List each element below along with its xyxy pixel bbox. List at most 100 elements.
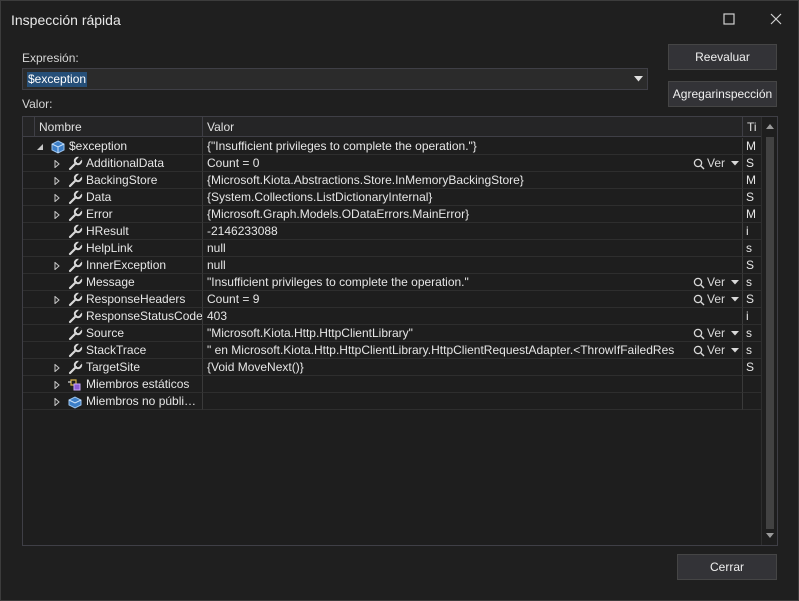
type-cell	[743, 376, 761, 393]
table-row[interactable]: ResponseStatusCode 403 i	[23, 308, 761, 325]
row-name: Data	[86, 190, 112, 204]
table-row[interactable]: Error {Microsoft.Graph.Models.ODataErrors…	[23, 206, 761, 223]
expression-dropdown-button[interactable]	[629, 69, 647, 89]
grid-header: Nombre Valor Ti	[23, 117, 761, 137]
column-header-name[interactable]: Nombre	[35, 117, 203, 137]
row-value: "Microsoft.Kiota.Http.HttpClientLibrary"	[207, 326, 413, 340]
row-name: Error	[86, 207, 113, 221]
close-button[interactable]: Cerrar	[677, 554, 777, 580]
collapsed-triangle-icon[interactable]	[53, 381, 61, 389]
view-visualizer-button[interactable]: Ver	[688, 155, 739, 171]
collapsed-triangle-icon[interactable]	[53, 262, 61, 270]
type-cell: S	[743, 291, 761, 308]
table-row[interactable]: Source "Microsoft.Kiota.Http.HttpClientLi…	[23, 325, 761, 342]
chevron-down-icon[interactable]	[731, 348, 739, 353]
view-visualizer-button[interactable]: Ver	[688, 274, 739, 290]
value-cell[interactable]: null	[203, 240, 743, 257]
value-cell[interactable]: Count = 0 Ver	[203, 155, 743, 172]
collapsed-triangle-icon[interactable]	[53, 398, 61, 406]
type-cell: i	[743, 308, 761, 325]
scrollbar-thumb[interactable]	[766, 137, 774, 529]
row-value: 403	[207, 309, 228, 323]
expression-input[interactable]: $exception	[27, 72, 88, 87]
view-visualizer-button[interactable]: Ver	[688, 342, 739, 358]
collapsed-triangle-icon[interactable]	[53, 177, 61, 185]
collapsed-triangle-icon[interactable]	[53, 160, 61, 168]
chevron-down-icon[interactable]	[731, 297, 739, 302]
expression-combobox[interactable]: $exception	[22, 68, 648, 90]
table-row[interactable]: StackTrace " en Microsoft.Kiota.Http.Http…	[23, 342, 761, 359]
scroll-up-icon[interactable]	[765, 122, 775, 130]
column-header-type[interactable]: Ti	[743, 117, 761, 137]
table-row[interactable]: ResponseHeaders Count = 9 Ver S	[23, 291, 761, 308]
magnifier-icon	[693, 158, 705, 169]
type-cell: S	[743, 359, 761, 376]
table-row[interactable]: HResult -2146233088 i	[23, 223, 761, 240]
reevaluate-button[interactable]: Reevaluar	[668, 44, 777, 70]
table-row[interactable]: TargetSite {Void MoveNext()} S	[23, 359, 761, 376]
table-row[interactable]: Data {System.Collections.ListDictionaryIn…	[23, 189, 761, 206]
type-cell: s	[743, 240, 761, 257]
row-name: ResponseStatusCode	[86, 309, 203, 323]
property-wrench-icon	[68, 207, 83, 222]
value-cell[interactable]: " en Microsoft.Kiota.Http.HttpClientLibr…	[203, 342, 743, 359]
scroll-down-icon[interactable]	[765, 532, 775, 540]
column-header-value[interactable]: Valor	[203, 117, 743, 137]
table-row[interactable]: $exception {"Insufficient privileges to c…	[23, 138, 761, 155]
collapsed-triangle-icon[interactable]	[53, 364, 61, 372]
value-cell[interactable]: "Microsoft.Kiota.Http.HttpClientLibrary"…	[203, 325, 743, 342]
row-value: Count = 9	[207, 292, 260, 306]
table-row[interactable]: HelpLink null s	[23, 240, 761, 257]
row-name: Source	[86, 326, 125, 340]
row-value: "Insufficient privileges to complete the…	[207, 275, 469, 289]
maximize-button[interactable]	[709, 5, 749, 33]
value-cell[interactable]: Count = 9 Ver	[203, 291, 743, 308]
view-label: Ver	[706, 275, 725, 289]
add-watch-button[interactable]: Agregarinspección	[668, 81, 777, 107]
name-cell: $exception	[23, 138, 203, 155]
table-row[interactable]: Miembros estáticos	[23, 376, 761, 393]
title-bar: Inspección rápida	[1, 1, 798, 37]
table-row[interactable]: InnerException null S	[23, 257, 761, 274]
value-cell[interactable]	[203, 393, 743, 410]
type-cell: s	[743, 274, 761, 291]
row-name: ResponseHeaders	[86, 292, 186, 306]
value-cell[interactable]: {Microsoft.Kiota.Abstractions.Store.InMe…	[203, 172, 743, 189]
row-name: BackingStore	[86, 173, 158, 187]
close-window-button[interactable]	[756, 5, 796, 33]
name-cell: Data	[23, 189, 203, 206]
chevron-down-icon	[633, 76, 643, 82]
property-wrench-icon	[68, 173, 83, 188]
type-cell: s	[743, 342, 761, 359]
collapsed-triangle-icon[interactable]	[53, 296, 61, 304]
view-visualizer-button[interactable]: Ver	[688, 325, 739, 341]
table-row[interactable]: AdditionalData Count = 0 Ver S	[23, 155, 761, 172]
value-cell[interactable]: "Insufficient privileges to complete the…	[203, 274, 743, 291]
vertical-scrollbar[interactable]	[761, 117, 777, 545]
value-cell[interactable]: {"Insufficient privileges to complete th…	[203, 138, 743, 155]
header-spacer	[23, 117, 35, 137]
collapsed-triangle-icon[interactable]	[53, 211, 61, 219]
row-value: {"Insufficient privileges to complete th…	[207, 139, 477, 153]
table-row[interactable]: Message "Insufficient privileges to compl…	[23, 274, 761, 291]
value-cell[interactable]: null	[203, 257, 743, 274]
value-cell[interactable]: -2146233088	[203, 223, 743, 240]
value-cell[interactable]: {System.Collections.ListDictionaryIntern…	[203, 189, 743, 206]
value-cell[interactable]: 403	[203, 308, 743, 325]
expanded-triangle-icon[interactable]	[36, 143, 44, 151]
collapsed-triangle-icon[interactable]	[53, 194, 61, 202]
chevron-down-icon[interactable]	[731, 331, 739, 336]
chevron-down-icon[interactable]	[731, 280, 739, 285]
row-name: AdditionalData	[86, 156, 165, 170]
name-cell: BackingStore	[23, 172, 203, 189]
name-cell: StackTrace	[23, 342, 203, 359]
close-icon	[770, 13, 782, 25]
view-visualizer-button[interactable]: Ver	[688, 291, 739, 307]
table-row[interactable]: Miembros no públi…	[23, 393, 761, 410]
table-row[interactable]: BackingStore {Microsoft.Kiota.Abstraction…	[23, 172, 761, 189]
value-cell[interactable]	[203, 376, 743, 393]
value-cell[interactable]: {Microsoft.Graph.Models.ODataErrors.Main…	[203, 206, 743, 223]
value-cell[interactable]: {Void MoveNext()}	[203, 359, 743, 376]
type-cell: M	[743, 172, 761, 189]
chevron-down-icon[interactable]	[731, 161, 739, 166]
